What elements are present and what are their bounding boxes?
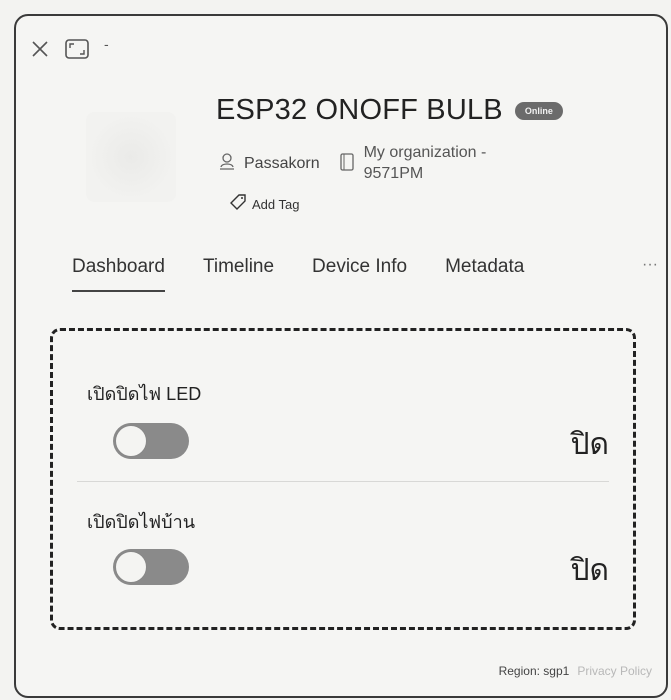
add-tag-label: Add Tag <box>252 197 300 212</box>
toggle-knob <box>115 425 147 457</box>
tag-icon <box>230 194 246 215</box>
organization[interactable]: My organization - 9571PM <box>338 144 486 184</box>
region-label: Region: sgp1 <box>498 664 570 678</box>
tab-device-info[interactable]: Device Info <box>312 256 407 292</box>
device-window: - ESP32 ONOFF BULB Online Passakorn My o… <box>14 14 668 698</box>
widget-label: เปิดปิดไฟบ้าน <box>87 512 196 532</box>
toggle-switch[interactable] <box>113 423 189 459</box>
more-tabs-button[interactable]: ··· <box>642 256 658 274</box>
widget-label: เปิดปิดไฟ LED <box>87 384 202 404</box>
owner-name: Passakorn <box>244 154 320 172</box>
footer: Region: sgp1 Privacy Policy <box>499 664 652 678</box>
status-badge: Online <box>514 101 563 120</box>
expand-icon[interactable] <box>64 38 90 60</box>
dashboard-panel: เปิดปิดไฟ LED ปิด เปิดปิดไฟบ้าน ปิด <box>50 328 636 630</box>
organization-icon <box>338 152 356 177</box>
device-name: ESP32 ONOFF BULB <box>216 94 503 126</box>
close-icon[interactable] <box>30 39 50 59</box>
window-controls: - <box>30 36 109 60</box>
device-header: ESP32 ONOFF BULB Online <box>216 94 563 127</box>
owner[interactable]: Passakorn <box>218 152 320 175</box>
add-tag-button[interactable]: Add Tag <box>230 194 299 215</box>
tab-metadata[interactable]: Metadata <box>445 256 524 292</box>
toggle-switch[interactable] <box>113 549 189 585</box>
device-meta: Passakorn My organization - 9571PM <box>218 142 486 184</box>
device-image <box>86 112 176 202</box>
tab-dashboard[interactable]: Dashboard <box>72 256 165 292</box>
privacy-link[interactable]: Privacy Policy <box>577 664 652 678</box>
tab-timeline[interactable]: Timeline <box>203 256 274 292</box>
switch-state: ปิด <box>570 554 609 587</box>
organization-line-1: My organization - <box>363 144 487 161</box>
tab-bar: Dashboard Timeline Device Info Metadata <box>72 256 524 292</box>
minimize-icon[interactable]: - <box>104 36 109 52</box>
organization-name: My organization - 9571PM <box>364 142 487 184</box>
organization-line-2: 9571PM <box>363 165 424 182</box>
toggle-knob <box>115 551 147 583</box>
widget-house-light-switch: เปิดปิดไฟบ้าน ปิด <box>75 507 615 627</box>
switch-state: ปิด <box>570 428 609 461</box>
widget-divider <box>77 481 609 482</box>
user-icon <box>218 152 236 175</box>
